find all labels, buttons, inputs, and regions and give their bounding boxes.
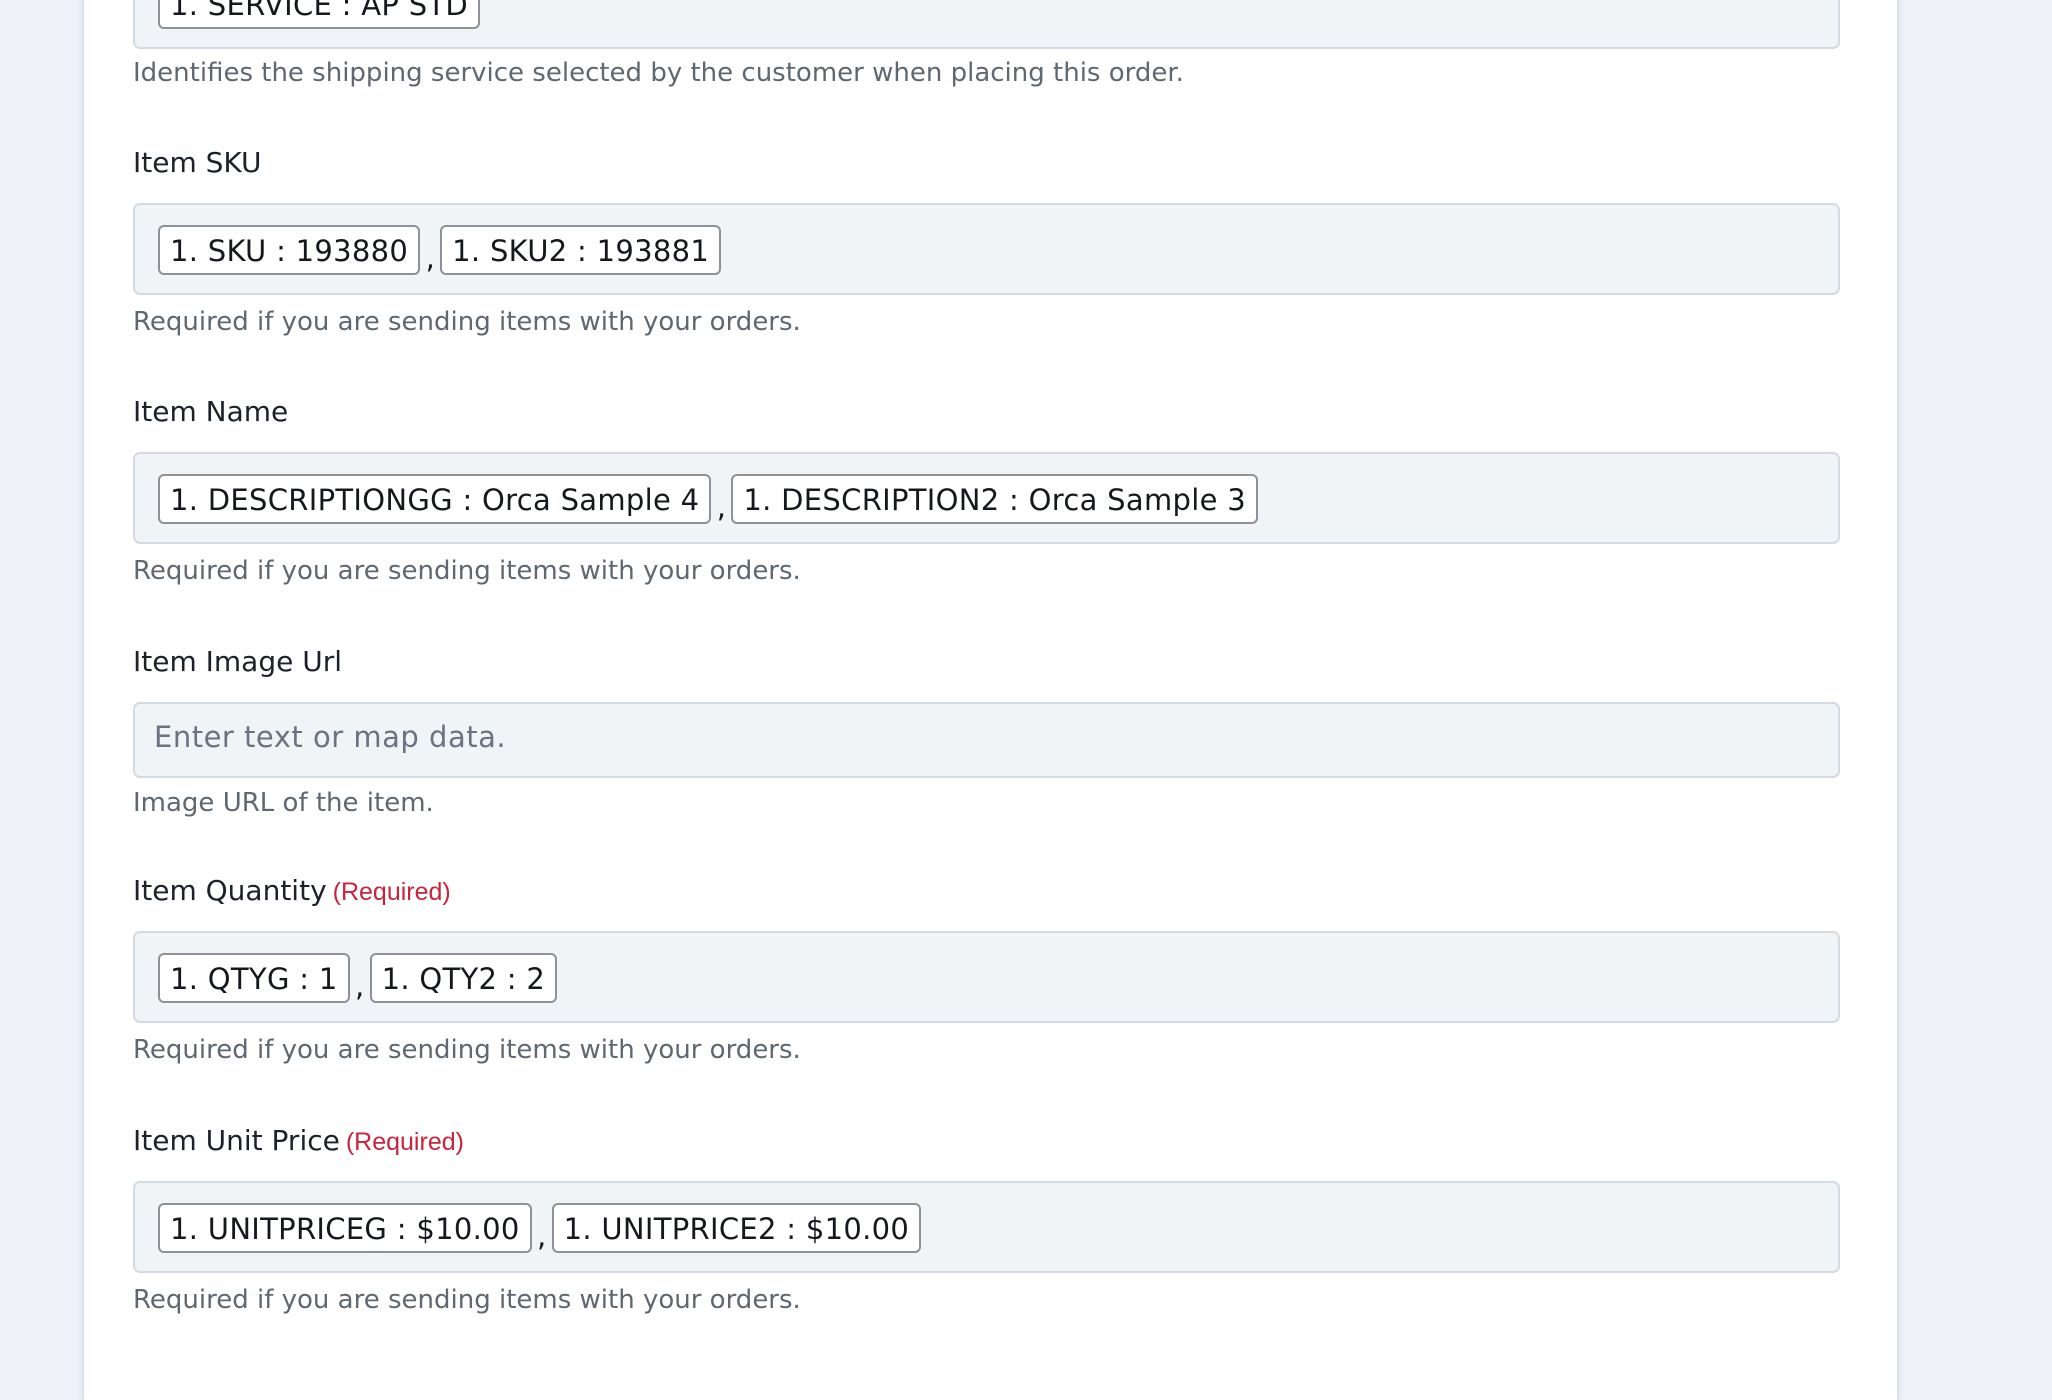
image-url-input[interactable] bbox=[154, 720, 1814, 754]
token-separator: , bbox=[354, 969, 365, 1003]
name-tokens: 1. DESCRIPTIONGG : Orca Sample 4 , 1. DE… bbox=[158, 474, 1258, 524]
sku-input-box[interactable]: 1. SKU : 193880 , 1. SKU2 : 193881 bbox=[133, 203, 1840, 295]
unit-price-label: Item Unit Price (Required) bbox=[133, 1124, 464, 1157]
service-help-text: Identifies the shipping service selected… bbox=[133, 58, 1184, 88]
service-input-box[interactable]: 1. SERVICE : AP STD bbox=[133, 0, 1840, 49]
name-token[interactable]: 1. DESCRIPTIONGG : Orca Sample 4 bbox=[158, 474, 712, 524]
quantity-label: Item Quantity (Required) bbox=[133, 874, 451, 907]
name-token[interactable]: 1. DESCRIPTION2 : Orca Sample 3 bbox=[731, 474, 1258, 524]
sku-token[interactable]: 1. SKU : 193880 bbox=[158, 225, 421, 275]
unit-price-input-box[interactable]: 1. UNITPRICEG : $10.00 , 1. UNITPRICE2 :… bbox=[133, 1181, 1840, 1273]
required-marker: (Required) bbox=[345, 1128, 464, 1156]
unit-price-tokens: 1. UNITPRICEG : $10.00 , 1. UNITPRICE2 :… bbox=[158, 1203, 922, 1253]
name-input-box[interactable]: 1. DESCRIPTIONGG : Orca Sample 4 , 1. DE… bbox=[133, 452, 1840, 544]
image-url-input-box bbox=[133, 702, 1840, 778]
token-separator: , bbox=[536, 1219, 547, 1253]
token-separator: , bbox=[716, 490, 726, 524]
unit-price-token[interactable]: 1. UNITPRICE2 : $10.00 bbox=[551, 1203, 922, 1253]
service-tokens: 1. SERVICE : AP STD bbox=[158, 0, 481, 29]
image-url-label: Item Image Url bbox=[133, 645, 343, 678]
image-url-help-text: Image URL of the item. bbox=[133, 788, 434, 818]
unit-price-token[interactable]: 1. UNITPRICEG : $10.00 bbox=[158, 1203, 532, 1253]
service-token[interactable]: 1. SERVICE : AP STD bbox=[158, 0, 481, 29]
quantity-token[interactable]: 1. QTYG : 1 bbox=[158, 953, 350, 1003]
quantity-input-box[interactable]: 1. QTYG : 1 , 1. QTY2 : 2 bbox=[133, 931, 1840, 1023]
sku-help-text: Required if you are sending items with y… bbox=[133, 307, 801, 337]
unit-price-help-text: Required if you are sending items with y… bbox=[133, 1285, 801, 1315]
sku-token[interactable]: 1. SKU2 : 193881 bbox=[440, 225, 722, 275]
quantity-help-text: Required if you are sending items with y… bbox=[133, 1035, 801, 1065]
quantity-tokens: 1. QTYG : 1 , 1. QTY2 : 2 bbox=[158, 953, 558, 1003]
sku-tokens: 1. SKU : 193880 , 1. SKU2 : 193881 bbox=[158, 225, 722, 275]
required-marker: (Required) bbox=[332, 878, 451, 906]
name-label: Item Name bbox=[133, 395, 289, 428]
quantity-token[interactable]: 1. QTY2 : 2 bbox=[369, 953, 558, 1003]
sku-label: Item SKU bbox=[133, 146, 262, 179]
token-separator: , bbox=[425, 241, 435, 275]
name-help-text: Required if you are sending items with y… bbox=[133, 556, 801, 586]
